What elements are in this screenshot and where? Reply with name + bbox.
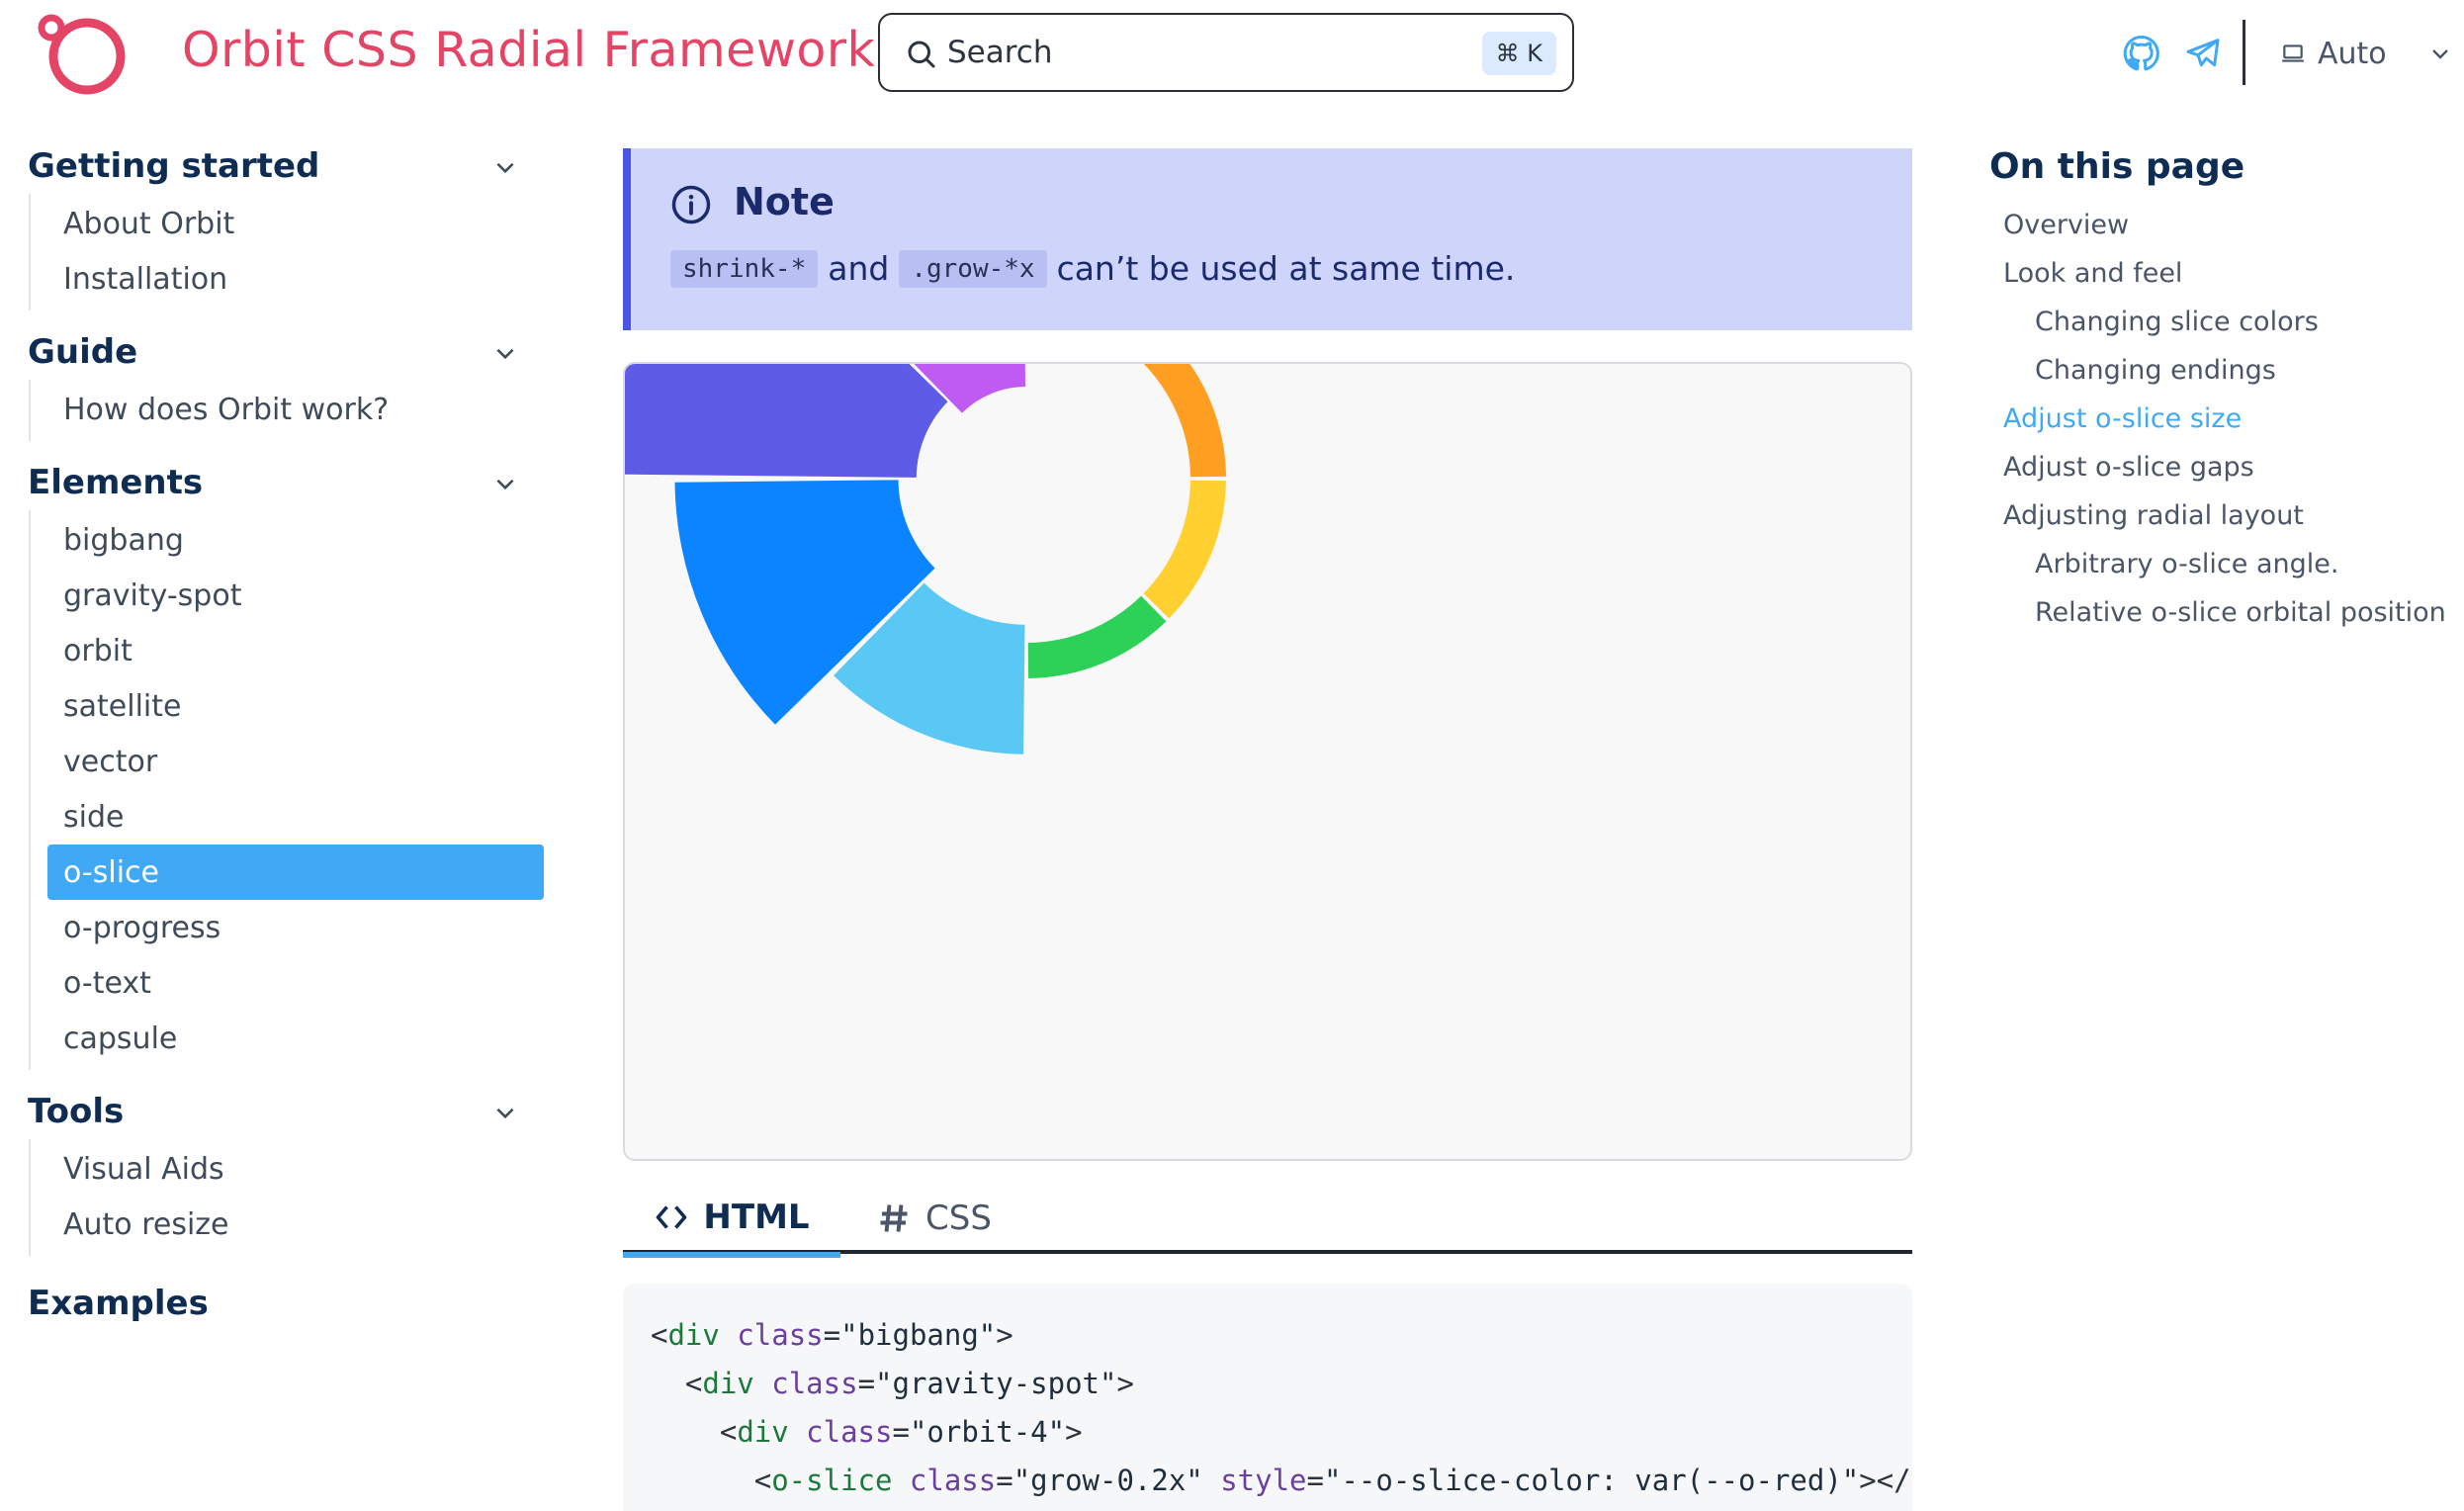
sidebar-item-auto-resize[interactable]: Auto resize bbox=[31, 1197, 554, 1252]
chevron-down-icon bbox=[496, 162, 514, 174]
o-slice-demo-preview bbox=[623, 362, 1912, 1161]
toc-item[interactable]: Relative o-slice orbital position bbox=[1989, 588, 2454, 637]
toc-item[interactable]: Look and feel bbox=[1989, 249, 2454, 298]
search-icon bbox=[908, 41, 935, 68]
o-slice-orange bbox=[1143, 364, 1226, 478]
sidebar-item-orbit[interactable]: orbit bbox=[31, 623, 554, 678]
note-code-grow: .grow-*x bbox=[899, 249, 1047, 288]
sidebar-item-how-does-orbit-work[interactable]: How does Orbit work? bbox=[31, 382, 554, 437]
nav-section-getting-started: Getting started About Orbit Installation bbox=[0, 138, 554, 311]
info-icon bbox=[671, 185, 711, 224]
o-slice-indigo bbox=[625, 364, 948, 478]
nav-heading-label: Guide bbox=[28, 332, 138, 372]
sidebar-item-gravity-spot[interactable]: gravity-spot bbox=[31, 568, 554, 623]
toc-item[interactable]: Arbitrary o-slice angle. bbox=[1989, 540, 2454, 588]
o-slice-green bbox=[1027, 595, 1167, 678]
code-line: <o-slice class="grow-0.2x" style="--o-sl… bbox=[651, 1464, 1912, 1497]
toc-list: Overview Look and feel Changing slice colo… bbox=[1989, 201, 2454, 637]
toc-item[interactable]: Adjust o-slice size bbox=[1989, 395, 2454, 443]
tab-html[interactable]: HTML bbox=[623, 1183, 840, 1258]
theme-select[interactable]: Auto bbox=[2280, 26, 2448, 81]
github-icon[interactable] bbox=[2122, 34, 2161, 73]
sidebar-item-o-progress[interactable]: o-progress bbox=[31, 900, 554, 955]
sidebar-item-o-text[interactable]: o-text bbox=[31, 955, 554, 1011]
tab-html-label: HTML bbox=[703, 1198, 810, 1237]
toc-item[interactable]: Adjust o-slice gaps bbox=[1989, 443, 2454, 491]
note-callout: Note shrink-* and .grow-*x can’t be used… bbox=[623, 148, 1912, 330]
code-line: <div class="orbit-4"> bbox=[651, 1415, 1083, 1449]
search-input[interactable]: Search ⌘ K bbox=[878, 13, 1574, 92]
hash-icon bbox=[880, 1204, 908, 1232]
tab-css[interactable]: CSS bbox=[876, 1183, 992, 1254]
site-header: Orbit CSS Radial Framework Search ⌘ K Au… bbox=[0, 0, 2464, 117]
sidebar-item-about-orbit[interactable]: About Orbit bbox=[31, 196, 554, 251]
sidebar-nav: Getting started About Orbit Installation… bbox=[0, 138, 554, 1331]
sidebar-item-visual-aids[interactable]: Visual Aids bbox=[31, 1141, 554, 1197]
nav-heading-getting-started[interactable]: Getting started bbox=[0, 138, 554, 194]
note-body: shrink-* and .grow-*x can’t be used at s… bbox=[670, 249, 1525, 288]
nav-section-tools: Tools Visual Aids Auto resize bbox=[0, 1084, 554, 1256]
code-tabs: HTML CSS bbox=[623, 1183, 1912, 1258]
nav-heading-tools[interactable]: Tools bbox=[0, 1084, 554, 1139]
toc-item[interactable]: Overview bbox=[1989, 201, 2454, 249]
nav-heading-examples[interactable]: Examples bbox=[0, 1276, 554, 1331]
orbit-logo-icon[interactable] bbox=[32, 10, 140, 99]
laptop-icon bbox=[2282, 44, 2304, 62]
sidebar-item-side[interactable]: side bbox=[31, 789, 554, 844]
code-brackets-icon bbox=[657, 1205, 687, 1229]
chevron-down-icon bbox=[496, 348, 514, 360]
note-connector: and bbox=[828, 249, 890, 288]
nav-heading-label: Getting started bbox=[28, 146, 320, 186]
nav-heading-guide[interactable]: Guide bbox=[0, 324, 554, 380]
nav-section-elements: Elements bigbang gravity-spot orbit sate… bbox=[0, 455, 554, 1070]
header-divider bbox=[2243, 20, 2245, 85]
note-code-shrink: shrink-* bbox=[670, 249, 819, 288]
table-of-contents: On this page Overview Look and feel Changi… bbox=[1989, 146, 2454, 637]
sidebar-item-vector[interactable]: vector bbox=[31, 734, 554, 789]
chevron-down-icon bbox=[496, 479, 514, 490]
note-title: Note bbox=[734, 180, 835, 223]
chevron-down-icon bbox=[496, 1108, 514, 1119]
chevron-down-icon bbox=[2432, 49, 2448, 59]
nav-section-guide: Guide How does Orbit work? bbox=[0, 324, 554, 441]
toc-item[interactable]: Adjusting radial layout bbox=[1989, 491, 2454, 540]
toc-item[interactable]: Changing slice colors bbox=[1989, 298, 2454, 346]
note-text: can’t be used at same time. bbox=[1056, 249, 1516, 288]
code-line: <div class="bigbang"> bbox=[651, 1318, 1013, 1352]
search-shortcut-badge: ⌘ K bbox=[1481, 32, 1556, 75]
nav-heading-elements[interactable]: Elements bbox=[0, 455, 554, 510]
nav-heading-label: Elements bbox=[28, 463, 204, 502]
o-slice-yellow bbox=[1143, 480, 1226, 619]
sidebar-item-o-slice[interactable]: o-slice bbox=[47, 844, 544, 900]
sidebar-item-satellite[interactable]: satellite bbox=[31, 678, 554, 734]
nav-section-examples: Examples bbox=[0, 1276, 554, 1331]
telegram-icon[interactable] bbox=[2183, 34, 2223, 73]
sidebar-item-bigbang[interactable]: bigbang bbox=[31, 512, 554, 568]
toc-title: On this page bbox=[1989, 146, 2245, 187]
sidebar-item-installation[interactable]: Installation bbox=[31, 251, 554, 307]
tab-css-label: CSS bbox=[925, 1199, 992, 1238]
sidebar-item-capsule[interactable]: capsule bbox=[31, 1011, 554, 1066]
radial-slices-graphic bbox=[625, 364, 1226, 755]
theme-label: Auto bbox=[2318, 36, 2387, 71]
site-title[interactable]: Orbit CSS Radial Framework bbox=[182, 22, 875, 78]
toc-item[interactable]: Changing endings bbox=[1989, 346, 2454, 395]
search-placeholder: Search bbox=[947, 35, 1053, 70]
nav-heading-label: Tools bbox=[28, 1092, 125, 1131]
code-content: <div class="bigbang"> <div class="gravit… bbox=[651, 1311, 1912, 1505]
nav-heading-label: Examples bbox=[28, 1284, 209, 1323]
code-block[interactable]: <div class="bigbang"> <div class="gravit… bbox=[623, 1284, 1912, 1511]
code-line: <div class="gravity-spot"> bbox=[651, 1367, 1134, 1400]
